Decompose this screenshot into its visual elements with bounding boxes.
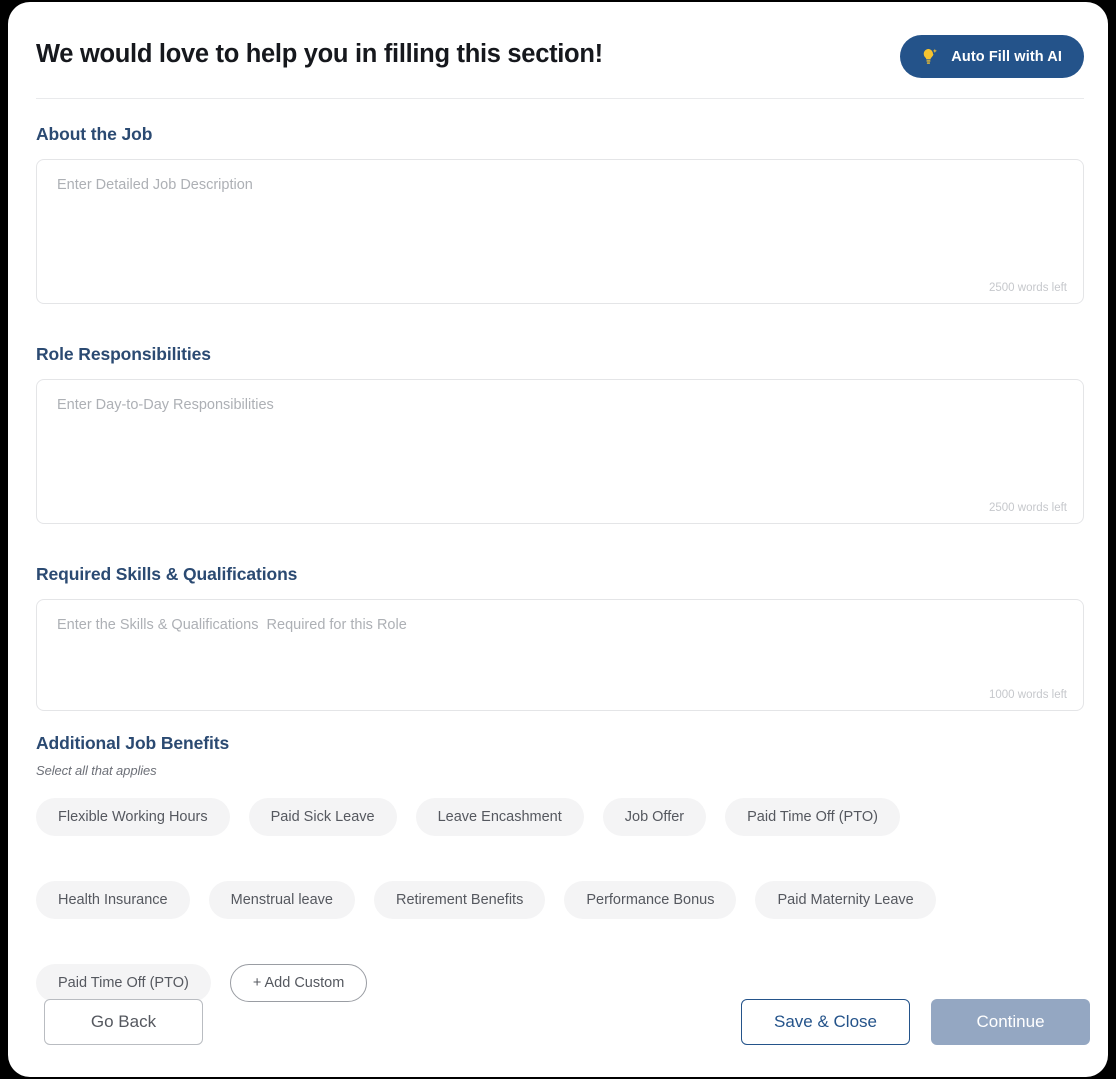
benefit-chip[interactable]: Paid Sick Leave — [248, 798, 397, 836]
benefit-chip[interactable]: Performance Bonus — [564, 881, 737, 919]
job-description-input[interactable] — [37, 160, 1083, 303]
card-header: We would love to help you in filling thi… — [36, 2, 1084, 99]
go-back-button[interactable]: Go Back — [44, 999, 203, 1045]
benefit-chip[interactable]: Paid Time Off (PTO) — [36, 964, 211, 1002]
required-skills-field[interactable]: Enter the Skills & Qualifications Requir… — [36, 599, 1084, 711]
benefit-chip-row-2: Health Insurance Menstrual leave Retiremen… — [36, 881, 936, 919]
lightbulb-sparkle-icon — [919, 46, 941, 68]
section-title-additional-benefits: Additional Job Benefits — [36, 733, 230, 753]
section-title-required-skills: Required Skills & Qualifications — [36, 564, 298, 584]
page-title: We would love to help you in filling thi… — [36, 40, 603, 68]
save-and-close-button[interactable]: Save & Close — [741, 999, 910, 1045]
section-about-the-job: About the Job Enter Detailed Job Descrip… — [36, 124, 1084, 304]
benefit-chip[interactable]: Paid Time Off (PTO) — [725, 798, 900, 836]
benefit-chip[interactable]: Flexible Working Hours — [36, 798, 230, 836]
required-skills-word-count: 1000 words left — [989, 689, 1067, 701]
responsibilities-word-count: 2500 words left — [989, 502, 1067, 514]
add-custom-benefit-button[interactable]: + Add Custom — [229, 964, 368, 1002]
job-description-field[interactable]: Enter Detailed Job Description 2500 word… — [36, 159, 1084, 304]
benefit-chip[interactable]: Retirement Benefits — [373, 881, 546, 919]
job-details-card: We would love to help you in filling thi… — [8, 2, 1108, 1077]
section-additional-job-benefits: Additional Job Benefits Select all that … — [36, 733, 1084, 778]
auto-fill-with-ai-button[interactable]: Auto Fill with AI — [900, 35, 1084, 78]
section-role-responsibilities: Role Responsibilities Enter Day-to-Day R… — [36, 344, 1084, 524]
required-skills-input[interactable] — [37, 600, 1083, 710]
benefits-subtitle: Select all that applies — [36, 763, 157, 778]
benefit-chip[interactable]: Leave Encashment — [415, 798, 584, 836]
job-description-word-count: 2500 words left — [989, 282, 1067, 294]
benefit-chip[interactable]: Health Insurance — [36, 881, 190, 919]
section-title-role-responsibilities: Role Responsibilities — [36, 344, 211, 364]
card-content: We would love to help you in filling thi… — [36, 2, 1090, 1077]
section-title-about-the-job: About the Job — [36, 124, 153, 144]
continue-button[interactable]: Continue — [931, 999, 1090, 1045]
benefit-chip[interactable]: Paid Maternity Leave — [755, 881, 936, 919]
section-required-skills: Required Skills & Qualifications Enter t… — [36, 564, 1084, 711]
responsibilities-input[interactable] — [37, 380, 1083, 523]
benefit-chip-row-3: Paid Time Off (PTO) + Add Custom — [36, 964, 368, 1002]
header-divider — [36, 98, 1084, 99]
benefit-chip-row-1: Flexible Working Hours Paid Sick Leave Lea… — [36, 798, 900, 836]
benefit-chip[interactable]: Job Offer — [602, 798, 707, 836]
auto-fill-label: Auto Fill with AI — [951, 48, 1062, 65]
benefit-chip[interactable]: Menstrual leave — [208, 881, 355, 919]
responsibilities-field[interactable]: Enter Day-to-Day Responsibilities 2500 w… — [36, 379, 1084, 524]
